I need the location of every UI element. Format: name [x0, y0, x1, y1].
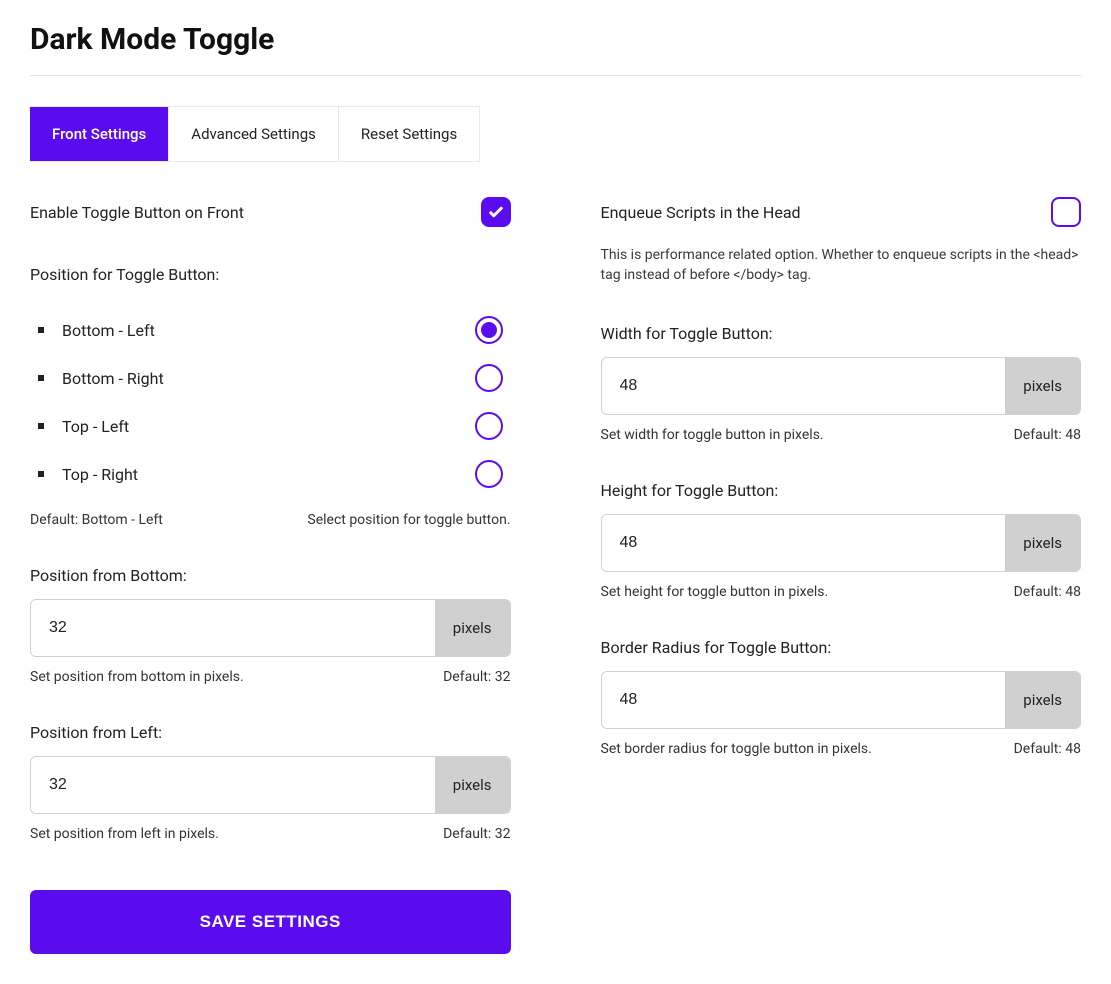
tab-reset-settings[interactable]: Reset Settings — [338, 107, 479, 161]
right-column: Enqueue Scripts in the Head This is perf… — [601, 197, 1082, 954]
bullet-icon — [38, 423, 44, 429]
radius-default: Default: 48 — [1014, 741, 1081, 757]
pos-left-hint: Set position from left in pixels. — [30, 826, 219, 842]
height-input[interactable] — [602, 515, 1006, 571]
position-default-text: Default: Bottom - Left — [30, 512, 163, 528]
page-title: Dark Mode Toggle — [30, 22, 1081, 57]
width-input[interactable] — [602, 358, 1006, 414]
position-radio-bottom-left[interactable] — [475, 316, 503, 344]
list-item: Bottom - Right — [30, 354, 511, 402]
pos-left-default: Default: 32 — [443, 826, 510, 842]
bullet-icon — [38, 327, 44, 333]
enqueue-checkbox[interactable] — [1051, 197, 1081, 227]
radius-hint: Set border radius for toggle button in p… — [601, 741, 872, 757]
option-label: Bottom - Left — [62, 321, 155, 340]
pos-left-input-group: pixels — [30, 756, 511, 814]
position-radio-bottom-right[interactable] — [475, 364, 503, 392]
tabs: Front Settings Advanced Settings Reset S… — [30, 106, 480, 162]
position-label: Position for Toggle Button: — [30, 265, 511, 284]
enable-toggle-label: Enable Toggle Button on Front — [30, 203, 244, 222]
radius-label: Border Radius for Toggle Button: — [601, 638, 1082, 657]
position-radio-top-left[interactable] — [475, 412, 503, 440]
enqueue-hint: This is performance related option. Whet… — [601, 245, 1082, 286]
width-default: Default: 48 — [1014, 427, 1081, 443]
option-label: Top - Right — [62, 465, 138, 484]
list-item: Bottom - Left — [30, 306, 511, 354]
position-radio-top-right[interactable] — [475, 460, 503, 488]
bullet-icon — [38, 471, 44, 477]
check-icon — [487, 203, 505, 221]
pos-bottom-default: Default: 32 — [443, 669, 510, 685]
width-input-group: pixels — [601, 357, 1082, 415]
radius-input[interactable] — [602, 672, 1006, 728]
width-label: Width for Toggle Button: — [601, 324, 1082, 343]
unit-label: pixels — [1005, 672, 1080, 728]
option-label: Top - Left — [62, 417, 129, 436]
pos-left-input[interactable] — [31, 757, 435, 813]
width-hint: Set width for toggle button in pixels. — [601, 427, 824, 443]
list-item: Top - Right — [30, 450, 511, 498]
pos-bottom-label: Position from Bottom: — [30, 566, 511, 585]
pos-left-label: Position from Left: — [30, 723, 511, 742]
pos-bottom-input[interactable] — [31, 600, 435, 656]
tab-front-settings[interactable]: Front Settings — [30, 107, 168, 161]
pos-bottom-input-group: pixels — [30, 599, 511, 657]
radius-input-group: pixels — [601, 671, 1082, 729]
left-column: Enable Toggle Button on Front Position f… — [30, 197, 511, 954]
position-hint-text: Select position for toggle button. — [307, 512, 510, 528]
unit-label: pixels — [435, 757, 510, 813]
pos-bottom-hint: Set position from bottom in pixels. — [30, 669, 244, 685]
save-settings-button[interactable]: SAVE SETTINGS — [30, 890, 511, 954]
unit-label: pixels — [1005, 515, 1080, 571]
divider — [30, 75, 1081, 76]
enqueue-label: Enqueue Scripts in the Head — [601, 203, 801, 222]
height-input-group: pixels — [601, 514, 1082, 572]
unit-label: pixels — [1005, 358, 1080, 414]
height-default: Default: 48 — [1014, 584, 1081, 600]
height-hint: Set height for toggle button in pixels. — [601, 584, 829, 600]
position-radio-list: Bottom - Left Bottom - Right Top - Left — [30, 306, 511, 498]
bullet-icon — [38, 375, 44, 381]
enable-toggle-checkbox[interactable] — [481, 197, 511, 227]
height-label: Height for Toggle Button: — [601, 481, 1082, 500]
unit-label: pixels — [435, 600, 510, 656]
tab-advanced-settings[interactable]: Advanced Settings — [168, 107, 338, 161]
list-item: Top - Left — [30, 402, 511, 450]
option-label: Bottom - Right — [62, 369, 164, 388]
